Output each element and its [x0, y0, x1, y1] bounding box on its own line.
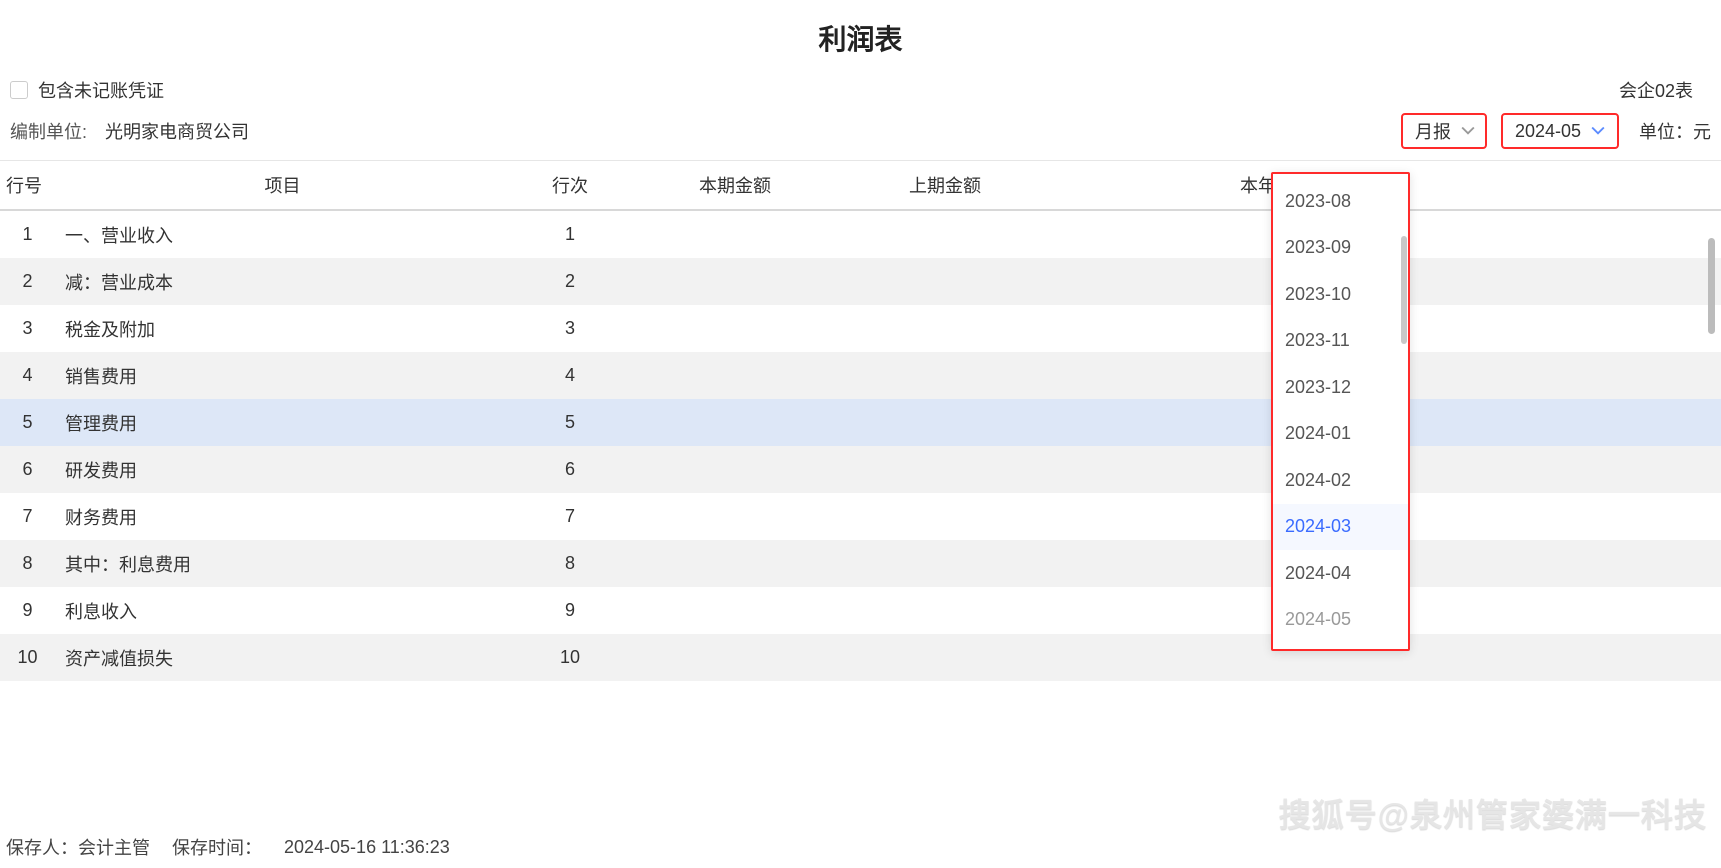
- cell-line-no: 5: [510, 412, 630, 433]
- cell-line-no: 7: [510, 506, 630, 527]
- cell-row-no: 4: [0, 365, 55, 386]
- chevron-down-icon: [1591, 124, 1605, 138]
- table-row[interactable]: 2减：营业成本2: [0, 258, 1721, 305]
- period-option[interactable]: 2024-05: [1273, 597, 1408, 644]
- col-row-no: 行号: [0, 172, 55, 198]
- table-row[interactable]: 7财务费用7: [0, 493, 1721, 540]
- col-item: 项目: [55, 172, 510, 198]
- cell-item: 研发费用: [55, 457, 510, 483]
- filter-row-2: 编制单位: 光明家电商贸公司 月报 2024-05 单位：元: [0, 108, 1721, 154]
- cell-row-no: 1: [0, 224, 55, 245]
- table-body: 1一、营业收入12减：营业成本23税金及附加34销售费用45管理费用56研发费用…: [0, 211, 1721, 681]
- table-row[interactable]: 9利息收入9: [0, 587, 1721, 634]
- table-row[interactable]: 10资产减值损失10: [0, 634, 1721, 681]
- col-prior-amount: 上期金额: [840, 172, 1050, 198]
- save-time-label: 保存时间：: [172, 838, 262, 858]
- table-row[interactable]: 5管理费用5: [0, 399, 1721, 446]
- period-dropdown-list: 2023-082023-092023-102023-112023-122024-…: [1273, 174, 1408, 647]
- cell-line-no: 2: [510, 271, 630, 292]
- org-value: 光明家电商贸公司: [105, 118, 249, 144]
- period-value: 2024-05: [1515, 121, 1581, 142]
- period-option[interactable]: 2023-12: [1273, 364, 1408, 411]
- col-current-amount: 本期金额: [630, 172, 840, 198]
- cell-line-no: 10: [510, 647, 630, 668]
- period-option[interactable]: 2024-02: [1273, 457, 1408, 504]
- cell-row-no: 8: [0, 553, 55, 574]
- cell-line-no: 4: [510, 365, 630, 386]
- table-row[interactable]: 1一、营业收入1: [0, 211, 1721, 258]
- cell-line-no: 6: [510, 459, 630, 480]
- form-code-label: 会企02表: [1619, 77, 1711, 103]
- cell-row-no: 5: [0, 412, 55, 433]
- cell-item: 销售费用: [55, 363, 510, 389]
- cell-item: 减：营业成本: [55, 269, 510, 295]
- table-scrollbar[interactable]: [1705, 226, 1717, 700]
- chevron-down-icon: [1461, 124, 1475, 138]
- page-title: 利润表: [0, 0, 1721, 72]
- cell-item: 财务费用: [55, 504, 510, 530]
- dropdown-scrollbar[interactable]: [1400, 178, 1408, 645]
- cell-row-no: 9: [0, 600, 55, 621]
- cell-row-no: 3: [0, 318, 55, 339]
- cell-item: 资产减值损失: [55, 645, 510, 671]
- saver-label: 保存人：: [6, 838, 78, 858]
- cell-line-no: 9: [510, 600, 630, 621]
- cell-row-no: 2: [0, 271, 55, 292]
- col-line-no: 行次: [510, 172, 630, 198]
- filter-row-1: 包含未记账凭证 会企02表: [0, 72, 1721, 108]
- cell-row-no: 6: [0, 459, 55, 480]
- unit-label: 单位：元: [1639, 118, 1711, 144]
- footer-bar: 保存人：会计主管 保存时间： 2024-05-16 11:36:23: [0, 826, 1721, 868]
- table-row[interactable]: 6研发费用6: [0, 446, 1721, 493]
- report-type-value: 月报: [1415, 118, 1451, 144]
- period-option[interactable]: 2023-10: [1273, 271, 1408, 318]
- cell-row-no: 7: [0, 506, 55, 527]
- table-row[interactable]: 4销售费用4: [0, 352, 1721, 399]
- report-type-select[interactable]: 月报: [1401, 113, 1487, 149]
- period-option[interactable]: 2024-01: [1273, 411, 1408, 458]
- cell-item: 一、营业收入: [55, 222, 510, 248]
- cell-item: 其中：利息费用: [55, 551, 510, 577]
- include-unposted-label: 包含未记账凭证: [38, 77, 164, 103]
- cell-line-no: 1: [510, 224, 630, 245]
- income-statement-table: 行号 项目 行次 本期金额 上期金额 本年金额 1一、营业收入12减：营业成本2…: [0, 160, 1721, 681]
- period-dropdown[interactable]: 2023-082023-092023-102023-112023-122024-…: [1271, 172, 1410, 651]
- period-select[interactable]: 2024-05: [1501, 113, 1619, 149]
- cell-item: 利息收入: [55, 598, 510, 624]
- cell-line-no: 3: [510, 318, 630, 339]
- period-option[interactable]: 2024-03: [1273, 504, 1408, 551]
- include-unposted-checkbox[interactable]: [10, 81, 28, 99]
- saver-value: 会计主管: [78, 838, 150, 858]
- cell-item: 管理费用: [55, 410, 510, 436]
- period-option[interactable]: 2023-11: [1273, 318, 1408, 365]
- table-scrollbar-thumb[interactable]: [1708, 238, 1715, 334]
- period-option[interactable]: 2023-08: [1273, 178, 1408, 225]
- org-label: 编制单位:: [10, 118, 87, 144]
- cell-item: 税金及附加: [55, 316, 510, 342]
- table-row[interactable]: 3税金及附加3: [0, 305, 1721, 352]
- save-time-value: 2024-05-16 11:36:23: [284, 837, 450, 857]
- period-option[interactable]: 2024-04: [1273, 550, 1408, 597]
- table-row[interactable]: 8其中：利息费用8: [0, 540, 1721, 587]
- cell-row-no: 10: [0, 647, 55, 668]
- dropdown-scrollbar-thumb[interactable]: [1401, 236, 1407, 344]
- period-option[interactable]: 2023-09: [1273, 225, 1408, 272]
- table-header: 行号 项目 行次 本期金额 上期金额 本年金额: [0, 161, 1721, 211]
- cell-line-no: 8: [510, 553, 630, 574]
